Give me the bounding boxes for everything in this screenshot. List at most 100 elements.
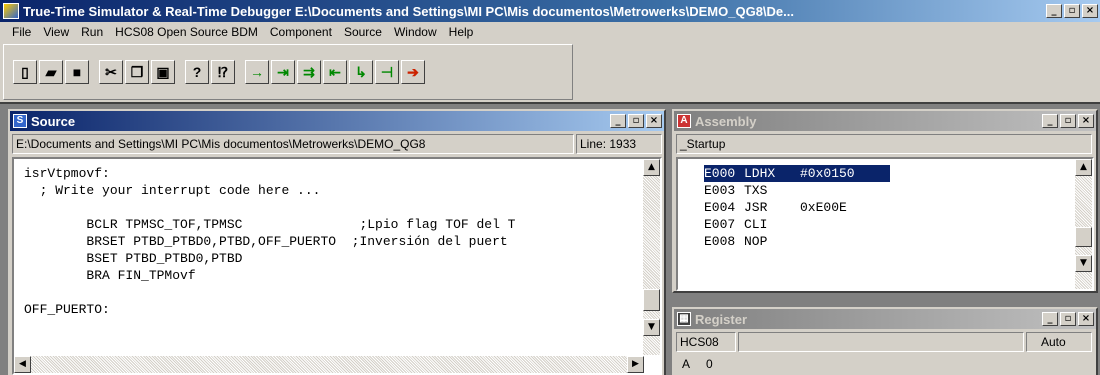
register-row-a: A 0: [682, 357, 713, 371]
source-line-number: Line: 1933: [576, 134, 662, 154]
assembly-row[interactable]: E008 NOP: [704, 233, 890, 250]
assembly-op: CLI: [744, 217, 768, 232]
step-out-icon[interactable]: ⇤: [323, 60, 347, 84]
maximize-button[interactable]: ▫: [1064, 4, 1080, 18]
save-icon[interactable]: ■: [65, 60, 89, 84]
scroll-up-arrow-icon[interactable]: ▲: [643, 159, 660, 176]
menu-file[interactable]: File: [6, 25, 37, 39]
source-file-path: E:\Documents and Settings\MI PC\Mis docu…: [12, 134, 574, 154]
mdi-workspace: S Source _ ▫ × E:\Documents and Settings…: [0, 102, 1100, 375]
toolbar-separator: [237, 60, 245, 84]
register-title: Register: [695, 311, 748, 327]
assembly-arg: [800, 182, 890, 199]
assembly-minimize-button[interactable]: _: [1042, 114, 1058, 128]
assembly-window: A Assembly _ ▫ × _Startup E000 LDHX #0x015…: [672, 109, 1098, 293]
step-over-icon[interactable]: ⇉: [297, 60, 321, 84]
register-window: ▦ Register _ ▫ × HCS08 Auto A 0: [672, 307, 1098, 375]
assembly-close-button[interactable]: ×: [1078, 114, 1094, 128]
menu-bar: File View Run HCS08 Open Source BDM Comp…: [0, 22, 1100, 42]
scroll-down-arrow-icon[interactable]: ▼: [643, 319, 660, 336]
assembly-scroll-up-arrow-icon[interactable]: ▲: [1075, 159, 1092, 176]
source-code-line[interactable]: [24, 199, 515, 216]
assembly-vertical-scrollbar[interactable]: ▲ ▼: [1075, 159, 1092, 289]
assembly-row[interactable]: E000 LDHX #0x0150: [704, 165, 890, 182]
single-step-icon[interactable]: ⇥: [271, 60, 295, 84]
app-icon: [3, 3, 19, 19]
cut-icon[interactable]: ✂: [99, 60, 123, 84]
assembly-addr: E007: [704, 217, 736, 232]
register-close-button[interactable]: ×: [1078, 312, 1094, 326]
scroll-right-arrow-icon[interactable]: ▶: [627, 356, 644, 373]
start-continue-icon[interactable]: →: [245, 60, 269, 84]
source-title-bar[interactable]: S Source _ ▫ ×: [10, 111, 664, 131]
source-code-line[interactable]: [24, 284, 515, 301]
scroll-left-arrow-icon[interactable]: ◀: [14, 356, 31, 373]
assembly-code-view[interactable]: E000 LDHX #0x0150 E003 TXS E004 JSR 0xE00E E007 C…: [676, 157, 1094, 291]
assembly-row[interactable]: E003 TXS: [704, 182, 890, 199]
toolbar: ▯ ▰ ■ ✂ ❐ ▣? ⁉ → ⇥ ⇉ ⇤ ↳ ⊣ ➔: [3, 44, 573, 100]
assembly-op: NOP: [744, 234, 768, 249]
source-code-line[interactable]: ; Write your interrupt code here ...: [24, 182, 515, 199]
source-maximize-button[interactable]: ▫: [628, 114, 644, 128]
source-window: S Source _ ▫ × E:\Documents and Settings…: [8, 109, 666, 375]
assembly-title: Assembly: [695, 113, 757, 129]
assembly-arg: 0xE00E: [800, 200, 847, 215]
menu-view[interactable]: View: [37, 25, 75, 39]
assembly-scroll-down-arrow-icon[interactable]: ▼: [1075, 255, 1092, 272]
source-code-line[interactable]: isrVtpmovf:: [24, 165, 515, 182]
menu-component[interactable]: Component: [264, 25, 338, 39]
source-close-button[interactable]: ×: [646, 114, 662, 128]
assembly-op: TXS: [744, 183, 768, 198]
menu-hcs08-bdm[interactable]: HCS08 Open Source BDM: [109, 25, 264, 39]
assembly-row[interactable]: E007 CLI: [704, 216, 890, 233]
source-scroll-thumb[interactable]: [643, 289, 660, 311]
context-help-icon[interactable]: ⁉: [211, 60, 235, 84]
assembly-step-icon[interactable]: ↳: [349, 60, 373, 84]
register-title-bar[interactable]: ▦ Register _ ▫ ×: [674, 309, 1096, 329]
open-folder-icon[interactable]: ▰: [39, 60, 63, 84]
new-file-icon[interactable]: ▯: [13, 60, 37, 84]
close-button[interactable]: ×: [1082, 4, 1098, 18]
title-bar[interactable]: True-Time Simulator & Real-Time Debugger…: [0, 0, 1100, 22]
menu-source[interactable]: Source: [338, 25, 388, 39]
register-maximize-button[interactable]: ▫: [1060, 312, 1076, 326]
halt-icon[interactable]: ⊣: [375, 60, 399, 84]
register-blank-field: [738, 332, 1024, 352]
source-code-line[interactable]: BRA FIN_TPMovf: [24, 267, 515, 284]
source-code-view[interactable]: isrVtpmovf: ; Write your interrupt code …: [12, 157, 662, 375]
source-code-line[interactable]: BCLR TPMSC_TOF,TPMSC ;Lpio flag TOF del …: [24, 216, 515, 233]
source-vertical-scrollbar[interactable]: ▲ ▼: [643, 159, 660, 355]
paste-icon[interactable]: ▣: [151, 60, 175, 84]
window-title: True-Time Simulator & Real-Time Debugger…: [23, 3, 794, 19]
assembly-window-icon: A: [677, 114, 691, 128]
toolbar-separator: [91, 60, 99, 84]
reset-icon[interactable]: ➔: [401, 60, 425, 84]
assembly-arg: #0x0150: [800, 165, 890, 182]
help-icon[interactable]: ?: [185, 60, 209, 84]
register-cpu-label: HCS08: [676, 332, 736, 352]
source-minimize-button[interactable]: _: [610, 114, 626, 128]
assembly-arg: [800, 216, 890, 233]
register-window-icon: ▦: [677, 312, 691, 326]
register-mode[interactable]: Auto: [1026, 332, 1092, 352]
assembly-scroll-thumb[interactable]: [1075, 227, 1092, 247]
assembly-addr: E004: [704, 200, 736, 215]
assembly-op: LDHX: [744, 165, 800, 182]
source-horizontal-scrollbar[interactable]: ◀ ▶: [14, 356, 644, 373]
minimize-button[interactable]: _: [1046, 4, 1062, 18]
copy-icon[interactable]: ❐: [125, 60, 149, 84]
menu-run[interactable]: Run: [75, 25, 109, 39]
assembly-function-name: _Startup: [676, 134, 1092, 154]
menu-help[interactable]: Help: [443, 25, 480, 39]
source-code-line[interactable]: BSET PTBD_PTBD0,PTBD: [24, 250, 515, 267]
source-code-line[interactable]: OFF_PUERTO:: [24, 301, 515, 318]
source-window-icon: S: [13, 114, 27, 128]
assembly-arg: [800, 233, 890, 250]
assembly-addr: E003: [704, 183, 736, 198]
source-code-line[interactable]: BRSET PTBD_PTBD0,PTBD,OFF_PUERTO ;Invers…: [24, 233, 515, 250]
assembly-title-bar[interactable]: A Assembly _ ▫ ×: [674, 111, 1096, 131]
assembly-row[interactable]: E004 JSR 0xE00E: [704, 199, 890, 216]
menu-window[interactable]: Window: [388, 25, 443, 39]
assembly-maximize-button[interactable]: ▫: [1060, 114, 1076, 128]
register-minimize-button[interactable]: _: [1042, 312, 1058, 326]
